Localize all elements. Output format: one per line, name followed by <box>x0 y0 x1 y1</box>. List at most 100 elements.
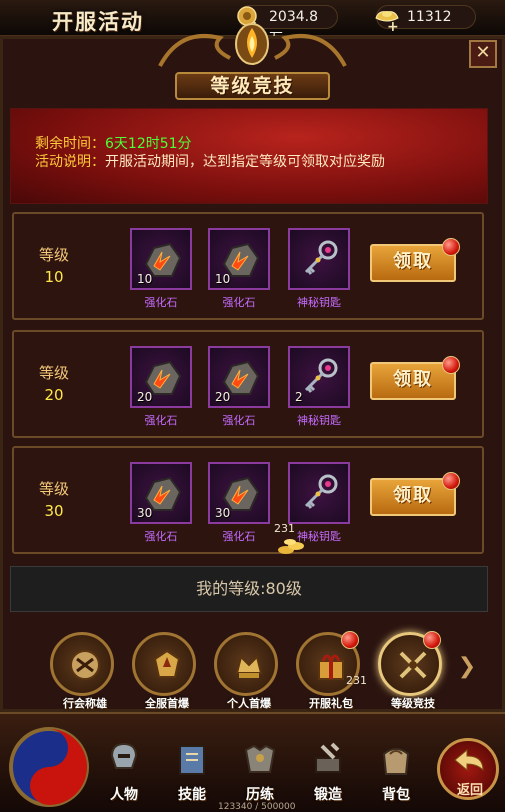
level-label: 等级 <box>38 364 69 382</box>
claim-label: 领取 <box>393 369 433 390</box>
item-name: 强化石 <box>222 414 256 427</box>
item-name: 神秘钥匙 <box>297 296 341 309</box>
item-count: 20 <box>215 390 231 404</box>
my-level-display: 我的等级:80级 <box>10 566 488 612</box>
activity-buttons-row: 行会称雄 全服首爆 个人首爆 开服礼包 等级竞技 231 ❯ <box>0 620 505 710</box>
app-title: 开服活动 <box>52 10 144 34</box>
activity-description-label: 活动说明： <box>35 154 105 170</box>
notification-dot-icon <box>442 356 460 374</box>
add-ingot-icon[interactable]: + <box>387 16 399 38</box>
activity-label: 开服礼包 <box>309 697 353 710</box>
claim-button[interactable]: 领取 <box>370 238 460 282</box>
reward-item-slot[interactable]: 2 <box>288 346 350 408</box>
mystery-key-icon <box>304 240 338 275</box>
level-value: 20 <box>44 386 64 404</box>
activity-button[interactable]: 全服首爆 <box>132 632 196 710</box>
level-label: 等级 <box>38 246 69 264</box>
claim-button[interactable]: 领取 <box>370 472 460 516</box>
item-name: 强化石 <box>144 296 178 309</box>
nav-item[interactable]: 锻造 <box>300 740 356 806</box>
item-name: 强化石 <box>222 530 256 543</box>
item-count: 30 <box>215 506 231 520</box>
nav-item[interactable]: 历练 <box>232 740 288 806</box>
activity-label: 个人首爆 <box>227 697 271 710</box>
reward-row: 等级 30 30 强化石 30 强化石 神秘钥匙 领取 231 <box>12 446 484 554</box>
item-count: 10 <box>215 272 231 286</box>
item-name: 强化石 <box>144 530 178 543</box>
activity-description-text: 开服活动期间，达到指定等级可领取对应奖励 <box>105 154 385 170</box>
reward-item-slot[interactable]: 10 <box>130 228 192 290</box>
nav-label: 历练 <box>246 787 274 803</box>
nav-label: 锻造 <box>314 787 342 803</box>
activity-label: 等级竞技 <box>391 697 435 710</box>
return-button[interactable]: 返回 <box>437 738 499 800</box>
notification-dot-icon <box>442 472 460 490</box>
close-button[interactable]: ✕ <box>469 40 497 68</box>
mystery-key-icon <box>304 358 338 393</box>
coin-pile-icon <box>278 539 304 554</box>
item-name: 强化石 <box>144 414 178 427</box>
item-name: 强化石 <box>222 296 256 309</box>
more-arrow-icon[interactable]: ❯ <box>450 650 484 684</box>
skill-book-icon <box>179 745 205 775</box>
claim-label: 领取 <box>393 485 433 506</box>
reward-item-slot[interactable]: 20 <box>208 346 270 408</box>
nav-label: 人物 <box>110 787 138 803</box>
item-name: 神秘钥匙 <box>297 414 341 427</box>
activity-label: 行会称雄 <box>63 697 107 710</box>
notification-dot-icon <box>442 238 460 256</box>
mystery-key-icon <box>304 474 338 509</box>
nav-item[interactable]: 人物 <box>96 740 152 806</box>
level-label: 等级 <box>38 480 69 498</box>
item-count: 2 <box>295 390 303 404</box>
reward-item-slot[interactable]: 20 <box>130 346 192 408</box>
experience-text: 123340 / 500000 <box>218 802 296 812</box>
panel-title: 等级竞技 <box>175 72 330 100</box>
reward-row: 等级 20 20 强化石 20 强化石 2 神秘钥匙 领取 <box>12 330 484 438</box>
ingot-currency[interactable]: + 11312 <box>375 5 476 35</box>
gift-box-icon <box>318 654 344 680</box>
ingot-amount: 11312 <box>407 9 452 25</box>
activity-button[interactable]: 个人首爆 <box>214 632 278 710</box>
level-value: 10 <box>44 268 64 286</box>
level-value: 30 <box>44 502 64 520</box>
nav-label: 技能 <box>178 787 206 803</box>
notification-dot-icon <box>423 631 441 649</box>
remaining-time-value: 6天12时51分 <box>105 136 192 152</box>
dragon-ornament-icon <box>158 23 347 67</box>
taiji-icon[interactable] <box>6 724 92 810</box>
activity-label: 全服首爆 <box>145 697 189 710</box>
armor-icon <box>244 744 276 773</box>
activity-info-panel: 剩余时间：6天12时51分 活动说明：开服活动期间，达到指定等级可领取对应奖励 <box>10 108 488 204</box>
return-label: 返回 <box>456 783 483 798</box>
close-icon: ✕ <box>475 42 491 63</box>
reward-item-slot[interactable] <box>288 462 350 524</box>
item-count: 30 <box>137 506 153 520</box>
item-count: 10 <box>137 272 153 286</box>
activity-button[interactable]: 等级竞技 <box>378 631 442 710</box>
nav-item[interactable]: 背包 <box>368 740 424 806</box>
personal-first-icon <box>235 655 263 678</box>
guild-battle-icon <box>70 650 100 680</box>
server-first-icon <box>153 649 181 678</box>
forge-icon <box>315 742 341 773</box>
nav-label: 背包 <box>382 787 410 803</box>
reward-item-slot[interactable]: 10 <box>208 228 270 290</box>
reward-item-slot[interactable] <box>288 228 350 290</box>
reward-item-slot[interactable]: 30 <box>130 462 192 524</box>
activity-button[interactable]: 行会称雄 <box>50 632 114 710</box>
reward-item-slot[interactable]: 30 <box>208 462 270 524</box>
claim-label: 领取 <box>393 251 433 272</box>
bag-icon <box>382 748 410 775</box>
claim-button[interactable]: 领取 <box>370 356 460 400</box>
notification-dot-icon <box>341 631 359 649</box>
remaining-time: 剩余时间：6天12时51分 <box>35 133 192 153</box>
remaining-time-label: 剩余时间： <box>35 136 105 152</box>
nav-item[interactable]: 技能 <box>164 740 220 806</box>
crossed-swords-icon <box>399 651 427 679</box>
item-count: 20 <box>137 390 153 404</box>
character-icon <box>110 742 138 769</box>
activity-description: 活动说明：开服活动期间，达到指定等级可领取对应奖励 <box>35 151 385 171</box>
reward-row: 等级 10 10 强化石 10 强化石 神秘钥匙 领取 <box>12 212 484 320</box>
activity-drop-count: 231 <box>346 674 367 687</box>
